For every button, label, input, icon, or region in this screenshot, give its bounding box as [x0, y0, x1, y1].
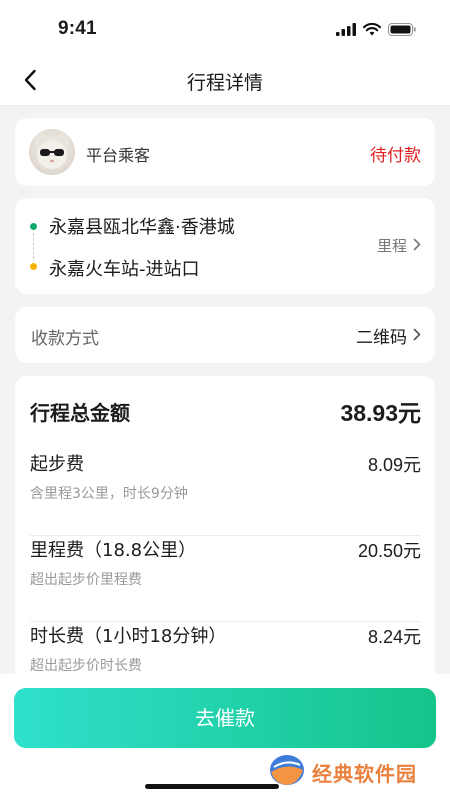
- total-amount-value: 38.93元: [340, 400, 421, 426]
- wifi-icon: [362, 21, 382, 40]
- payment-method-selector[interactable]: 二维码: [356, 323, 421, 348]
- status-badge: 待付款: [370, 146, 421, 166]
- passenger-name: 平台乘客: [86, 146, 151, 165]
- route-card[interactable]: 永嘉县瓯北华鑫·香港城 永嘉火车站-进站口 里程: [15, 198, 435, 294]
- start-point-dot: [30, 223, 37, 230]
- fee-amount: 20.50元: [357, 541, 421, 561]
- passenger-card: 平台乘客 待付款: [15, 118, 435, 186]
- watermark-logo-icon: [268, 753, 306, 791]
- fee-title: 时长费（1小时18分钟）: [30, 626, 227, 647]
- chevron-right-icon: [413, 236, 421, 255]
- status-time: 9:41: [58, 18, 97, 39]
- watermark-text: 经典软件园: [312, 761, 417, 786]
- page-title: 行程详情: [186, 72, 263, 94]
- request-payment-button[interactable]: 去催款: [14, 688, 436, 748]
- fee-description: 超出起步价时长费: [30, 658, 142, 674]
- end-point-dot: [30, 263, 37, 270]
- nav-bar: 行程详情: [0, 58, 450, 106]
- fee-amount: 8.24元: [367, 627, 421, 647]
- status-icons: [336, 21, 416, 40]
- home-indicator: [145, 784, 279, 789]
- mileage-link[interactable]: 里程: [377, 235, 421, 256]
- chevron-right-icon: [413, 326, 421, 345]
- fee-row-distance: 里程费（18.8公里） 20.50元 超出起步价里程费: [30, 536, 421, 622]
- mileage-label: 里程: [376, 237, 407, 255]
- battery-icon: [388, 21, 416, 40]
- status-bar: 9:41: [0, 0, 450, 58]
- fee-amount: 8.09元: [367, 455, 421, 475]
- total-amount-label: 行程总金额: [30, 401, 130, 425]
- route-end: 永嘉火车站-进站口: [49, 259, 200, 280]
- signal-icon: [336, 21, 356, 40]
- fee-title: 起步费: [30, 454, 84, 475]
- avatar: [29, 129, 75, 175]
- watermark: 经典软件园: [268, 753, 417, 791]
- fee-description: 超出起步价里程费: [30, 572, 142, 588]
- fee-title: 里程费（18.8公里）: [30, 540, 197, 561]
- route-start: 永嘉县瓯北华鑫·香港城: [49, 217, 235, 238]
- fee-row-base: 起步费 8.09元 含里程3公里，时长9分钟: [30, 450, 421, 536]
- payment-method-label: 收款方式: [31, 329, 99, 349]
- payment-method-value: 二维码: [356, 328, 407, 348]
- payment-method-row[interactable]: 收款方式 二维码: [15, 307, 435, 363]
- route-connector: [33, 233, 34, 259]
- fee-description: 含里程3公里，时长9分钟: [30, 486, 188, 502]
- fare-card: 行程总金额 38.93元 起步费 8.09元 含里程3公里，时长9分钟 里程费（…: [15, 376, 435, 706]
